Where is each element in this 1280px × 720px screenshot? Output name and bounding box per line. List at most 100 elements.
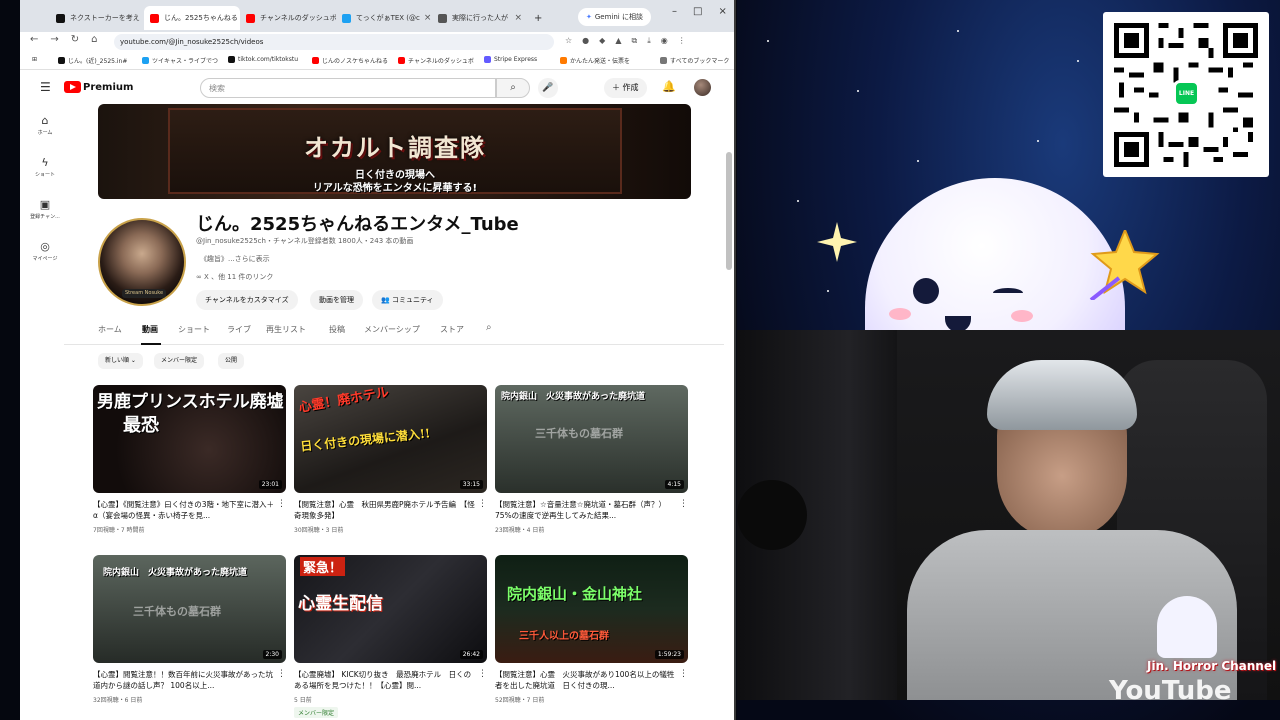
channel-description[interactable]: 《趣旨》...さらに表示 — [200, 254, 270, 264]
sidebar-item-subscriptions[interactable]: ▣ 登録チャン... — [20, 198, 70, 220]
close-icon[interactable]: × — [510, 13, 522, 23]
bookmark[interactable]: かんたん発送・伝票を — [560, 56, 630, 65]
video-card[interactable]: 男鹿プリンスホテル廃墟 最恐 23:01 【心霊】《閲覧注意》曰く付きの3階・地… — [93, 385, 286, 545]
bookmark[interactable]: ツイキャス・ライブでつ — [142, 56, 218, 65]
bookmark[interactable]: じんのノスケちゃんねる — [312, 56, 388, 65]
extension-icon[interactable]: ◆ — [599, 36, 605, 46]
channel-search-icon[interactable]: ⌕ — [486, 322, 492, 333]
tab-live[interactable]: ライブ — [227, 324, 251, 335]
reload-icon[interactable]: ↻ — [71, 34, 79, 45]
people-icon: 👥 — [381, 296, 392, 304]
search-button[interactable]: ⌕ — [496, 78, 530, 98]
notifications-icon[interactable]: 🔔 — [662, 80, 676, 93]
bookmark-label: チャンネルのダッシュボ — [408, 58, 474, 65]
manage-videos-button[interactable]: 動画を管理 — [310, 290, 363, 310]
customize-channel-button[interactable]: チャンネルをカスタマイズ — [196, 290, 298, 310]
puzzle-icon[interactable]: ⧉ — [631, 36, 637, 46]
video-thumbnail[interactable]: 緊急！ 心霊生配信 26:42 — [294, 555, 487, 663]
maximize-icon[interactable]: □ — [693, 6, 702, 17]
all-bookmarks[interactable]: すべてのブックマーク — [660, 56, 729, 65]
tab-videos[interactable]: 動画 — [142, 324, 158, 335]
sidebar-label: ショート — [34, 172, 55, 178]
apps-icon[interactable]: ⊞ — [32, 56, 37, 63]
bookmark[interactable]: チャンネルのダッシュボ — [398, 56, 474, 65]
tab-shorts[interactable]: ショート — [178, 324, 210, 335]
forward-icon[interactable]: → — [50, 34, 58, 45]
sidebar-item-shorts[interactable]: ϟ ショート — [20, 156, 70, 178]
search-input[interactable]: 検索 — [200, 78, 496, 98]
extension-icon[interactable]: ▲ — [615, 36, 621, 46]
browser-tab[interactable]: ネクストーカーを考え× — [50, 6, 146, 30]
profile-icon[interactable]: ◉ — [661, 36, 668, 46]
account-avatar[interactable] — [694, 79, 711, 96]
tab-membership[interactable]: メンバーシップ — [364, 324, 420, 335]
video-thumbnail[interactable]: 院内銀山 火災事故があった廃坑道 三千体もの墓石群 4:15 — [495, 385, 688, 493]
youtube-logo[interactable]: Premium — [64, 81, 133, 93]
sidebar-item-you[interactable]: ◎ マイページ — [20, 240, 70, 262]
video-card[interactable]: 緊急！ 心霊生配信 26:42 【心霊廃墟】 KICK切り抜き 最恐廃ホテル 日… — [294, 555, 487, 718]
menu-dots-icon[interactable]: ⋮ — [678, 36, 686, 46]
download-icon[interactable]: ⤓ — [647, 36, 651, 46]
video-card[interactable]: 院内銀山・金山神社 三千人以上の墓石群 1:59:23 【閲覧注意】心霊 火災事… — [495, 555, 688, 715]
browser-tab-active[interactable]: じん。2525ちゃんねる× — [144, 6, 240, 30]
browser-tab[interactable]: チャンネルのダッシュボ× — [240, 6, 336, 30]
video-card[interactable]: 院内銀山 火災事故があった廃坑道 三千体もの墓石群 4:15 【閲覧注意】☆音量… — [495, 385, 688, 545]
video-title[interactable]: 【心霊廃墟】 KICK切り抜き 最恐廃ホテル 日くのある場所を見つけた！！【心霊… — [294, 669, 476, 691]
gemini-button[interactable]: ✦ Gemini に相談 — [578, 8, 651, 26]
sort-chip-newest[interactable]: 新しい順 ⌄ — [98, 353, 143, 369]
more-options-icon[interactable]: ⋮ — [679, 499, 688, 509]
sidebar-label: マイページ — [32, 256, 58, 262]
tab-posts[interactable]: 投稿 — [329, 324, 345, 335]
minimize-icon[interactable]: – — [672, 6, 677, 17]
video-thumbnail[interactable]: 心霊！廃ホテル 日く付きの現場に潜入!! 33:15 — [294, 385, 487, 493]
channel-banner: オカルト調査隊 日く付きの現場へ リアルな恐怖をエンタメに昇華する! — [98, 104, 691, 199]
browser-tab[interactable]: てっくがぁTEX (@c × — [336, 6, 432, 30]
video-thumbnail[interactable]: 男鹿プリンスホテル廃墟 最恐 23:01 — [93, 385, 286, 493]
scrollbar-thumb[interactable] — [726, 152, 732, 270]
more-options-icon[interactable]: ⋮ — [277, 499, 286, 509]
extension-icon[interactable]: ● — [582, 36, 589, 46]
bookmark[interactable]: じん。(近)_2525.in# — [58, 56, 127, 65]
browser-tab[interactable]: 実際に行った人が × — [432, 6, 528, 30]
more-options-icon[interactable]: ⋮ — [478, 669, 487, 679]
window-controls: – □ × — [672, 6, 727, 17]
more-options-icon[interactable]: ⋮ — [679, 669, 688, 679]
star-decoration — [797, 200, 799, 202]
video-thumbnail[interactable]: 院内銀山 火災事故があった廃坑道 三千体もの墓石群 2:30 — [93, 555, 286, 663]
video-title[interactable]: 【心霊】《閲覧注意》曰く付きの3階・地下室に潜入＋α（宴会場の怪異・赤い椅子を見… — [93, 499, 275, 521]
create-button[interactable]: ＋ 作成 — [604, 78, 647, 98]
voice-search-button[interactable]: 🎤 — [538, 78, 558, 98]
tab-playlists[interactable]: 再生リスト — [266, 324, 306, 335]
video-card[interactable]: 院内銀山 火災事故があった廃坑道 三千体もの墓石群 2:30 【心霊】閲覧注意！… — [93, 555, 286, 715]
close-window-icon[interactable]: × — [718, 6, 726, 17]
back-icon[interactable]: ← — [30, 34, 38, 45]
close-icon[interactable]: × — [420, 13, 432, 23]
more-options-icon[interactable]: ⋮ — [277, 669, 286, 679]
bookmark-label: Stripe Express — [494, 56, 538, 63]
bookmark[interactable]: tiktok.com/tiktokstu — [228, 56, 298, 63]
filter-chip-public[interactable]: 公開 — [218, 353, 245, 369]
video-title[interactable]: 【心霊】閲覧注意！！数百年前に火災事故があった坑道内から謎の話し声？ 100名以… — [93, 669, 275, 691]
bookmark[interactable]: Stripe Express — [484, 56, 537, 63]
menu-icon[interactable]: ☰ — [40, 80, 51, 94]
new-tab-button[interactable]: + — [528, 6, 548, 30]
home-icon[interactable]: ⌂ — [91, 34, 97, 45]
channel-name: じん。2525ちゃんねるエンタメ_Tube — [196, 214, 519, 235]
sparkle-icon: ✦ — [586, 13, 592, 21]
filter-chip-members[interactable]: メンバー限定 — [154, 353, 205, 369]
channel-avatar[interactable]: Stream Nosuke — [98, 218, 186, 306]
video-title[interactable]: 【閲覧注意】☆音量注意☆廃坑道・墓石群（声？）75%の速度で逆再生してみた結果.… — [495, 499, 677, 521]
community-button[interactable]: 👥 コミュニティ — [372, 290, 443, 310]
tab-home[interactable]: ホーム — [98, 324, 122, 335]
channel-links[interactable]: ∞ X 、他 11 件のリンク — [196, 272, 273, 282]
video-title[interactable]: 【閲覧注意】心霊 火災事故があり100名以上の犠牲者を出した廃坑道 日く付きの現… — [495, 669, 677, 691]
more-options-icon[interactable]: ⋮ — [478, 499, 487, 509]
sidebar-item-home[interactable]: ⌂ ホーム — [20, 114, 70, 136]
video-title[interactable]: 【閲覧注意】心霊 秋田県男鹿P廃ホテル予告編 【怪奇現象多発】 — [294, 499, 476, 521]
star-icon[interactable]: ☆ — [565, 36, 572, 46]
tab-store[interactable]: ストア — [440, 324, 464, 335]
thumbnail-text: 男鹿プリンスホテル廃墟 — [97, 392, 284, 412]
video-card[interactable]: 心霊！廃ホテル 日く付きの現場に潜入!! 33:15 【閲覧注意】心霊 秋田県男… — [294, 385, 487, 545]
url-field[interactable]: youtube.com/@Jin_nosuke2525ch/videos — [114, 34, 554, 50]
video-thumbnail[interactable]: 院内銀山・金山神社 三千人以上の墓石群 1:59:23 — [495, 555, 688, 663]
